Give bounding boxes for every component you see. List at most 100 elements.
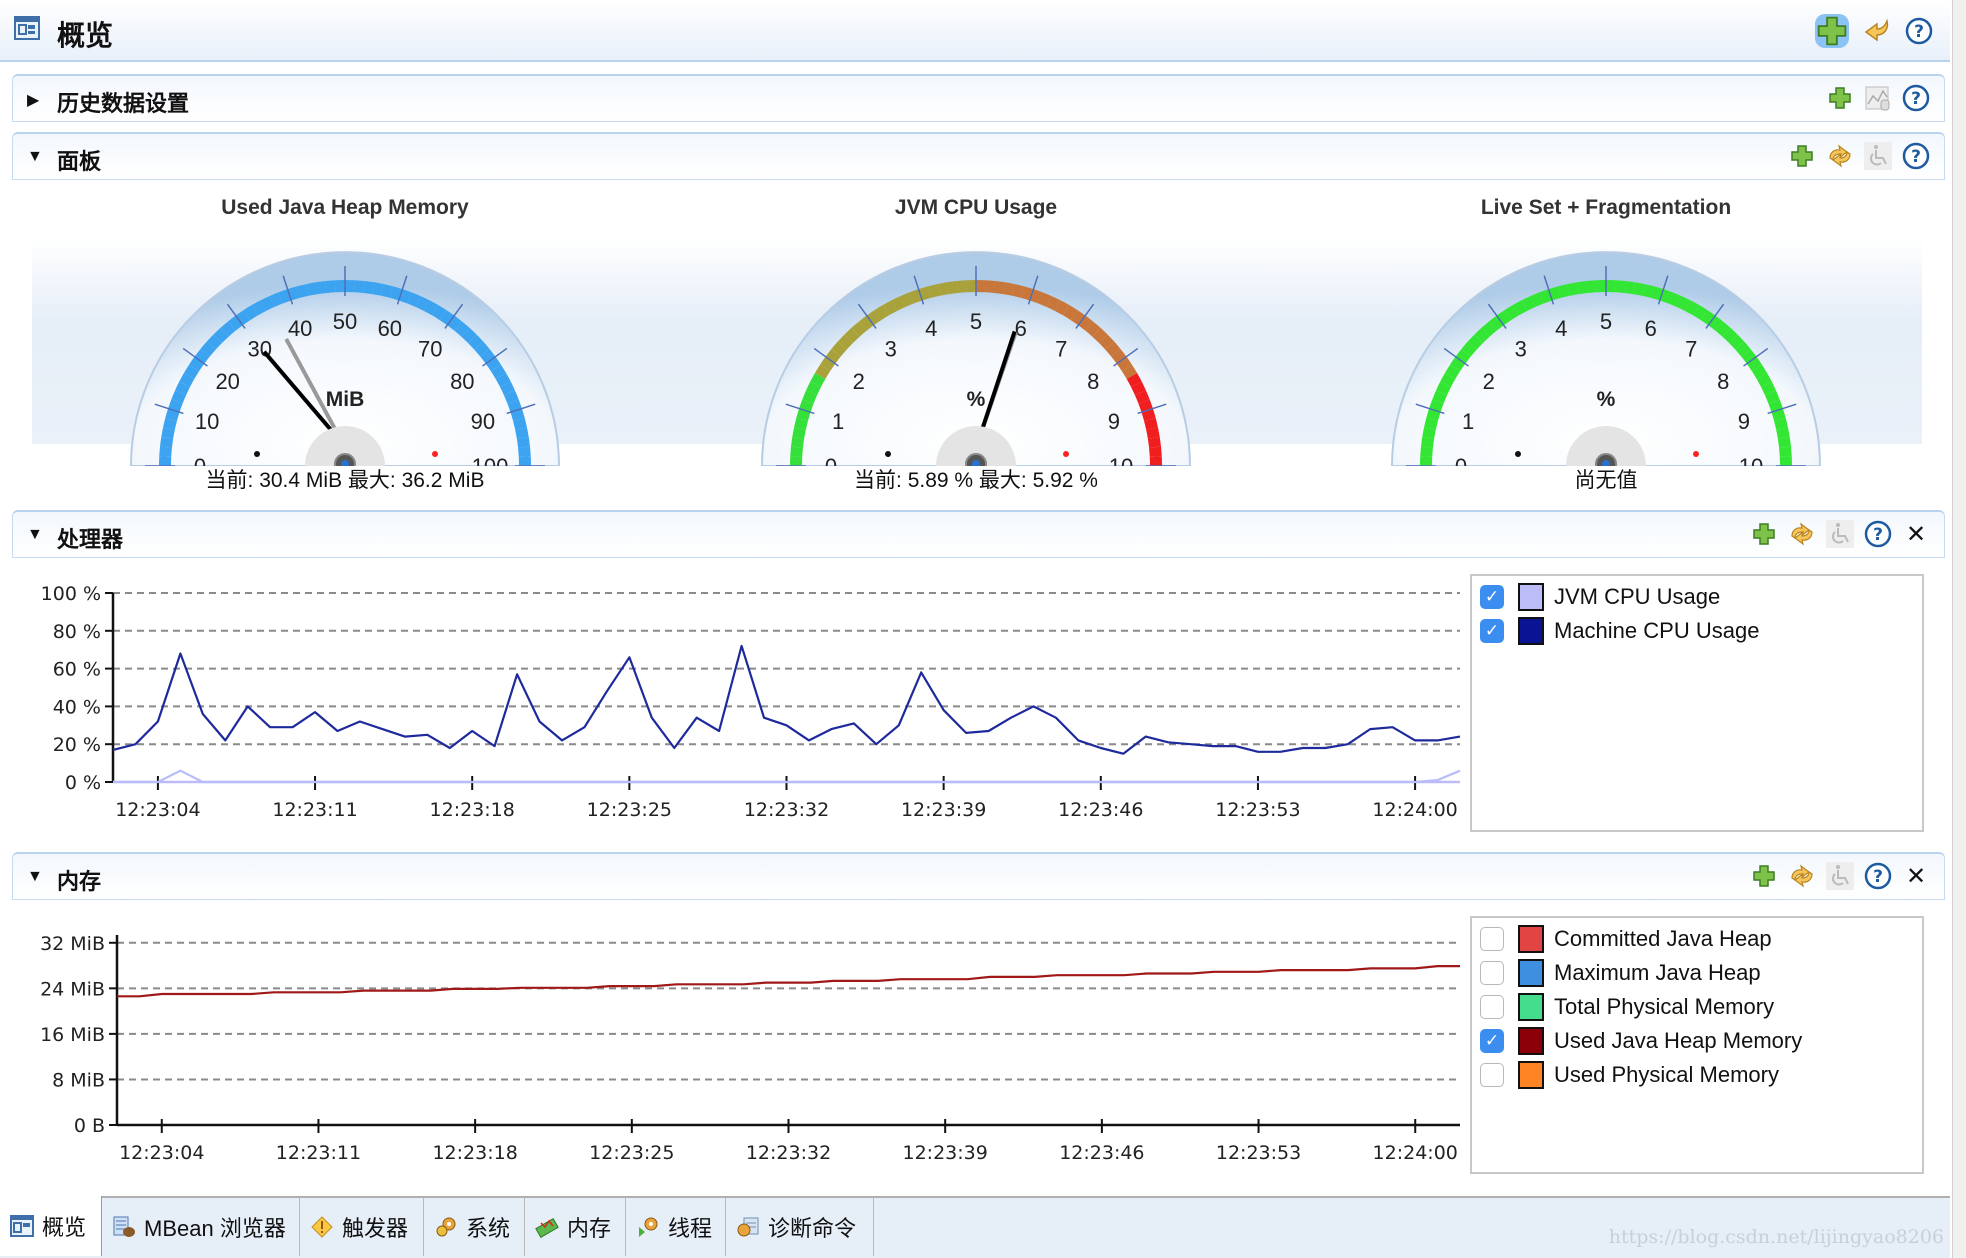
section-history[interactable]: ▶ 历史数据设置 ? [12,74,1945,122]
add-icon[interactable] [1788,142,1816,170]
gauge-arc-segment [200,341,216,357]
legend-checkbox[interactable] [1480,1063,1504,1087]
section-dashboard[interactable]: ▼ 面板 ? [12,132,1945,180]
y-tick-label: 24 MiB [40,978,105,1000]
add-icon[interactable] [1826,84,1854,112]
gauge-arc-segment [1633,282,1645,296]
add-icon[interactable] [1750,862,1778,890]
gauge-jvm-cpu[interactable]: JVM CPU Usage 012345678910% 当前: 5.89 % 最… [756,196,1196,496]
gauge-value-text: 尚无值 [1574,469,1638,492]
gauge-arc-segment [516,436,530,448]
add-chart-icon[interactable] [1815,14,1849,48]
vertical-scrollbar[interactable] [1952,0,1966,1258]
gauge-tick-label: 70 [418,337,442,362]
accessibility-icon[interactable] [1826,520,1854,548]
gauge-min-marker [885,451,891,457]
gauge-arc-segment [235,310,251,326]
tab-mbean-browser[interactable]: MBean 浏览器 [102,1198,300,1256]
help-icon[interactable]: ? [1905,17,1933,45]
legend-item[interactable]: ✓ Used Java Heap Memory [1472,1024,1922,1058]
gauge-live-set[interactable]: Live Set + Fragmentation 012345678910% 尚… [1386,196,1826,496]
collapse-arrow-icon[interactable]: ▼ [27,148,43,166]
tab-memory[interactable]: 内存 [525,1198,626,1256]
gauge-arc-segment [415,296,430,311]
series-line-used-java-heap-memory [117,964,1460,998]
gauge-arc-segment [1420,446,1433,457]
gauge-tick-label: 5 [970,309,982,334]
help-icon[interactable]: ? [1902,84,1930,112]
close-icon[interactable]: ✕ [1902,862,1930,890]
gauge-arc-segment [1692,304,1708,321]
legend-checkbox[interactable] [1480,961,1504,985]
gauge-arc-segment [461,327,477,343]
tab-overview[interactable]: 概览 [0,1196,102,1256]
legend-checkbox[interactable] [1480,995,1504,1019]
tab-diagnostic-commands[interactable]: 诊断命令 [726,1198,874,1256]
gauge-arc-segment [1777,436,1791,448]
trigger-icon [310,1215,334,1239]
legend-item[interactable]: Committed Java Heap [1472,922,1922,956]
legend-color-swatch[interactable] [1518,925,1544,953]
accessibility-icon[interactable] [1826,862,1854,890]
legend-item[interactable]: Used Physical Memory [1472,1058,1922,1092]
tab-threads[interactable]: 线程 [626,1198,726,1256]
gauge-arc-segment [500,381,515,396]
gauge-arc-segment [1426,408,1441,421]
legend-item[interactable]: Maximum Java Heap [1472,956,1922,990]
gauge-arc-segment [1121,364,1138,380]
expand-arrow-icon[interactable]: ▶ [27,90,39,110]
gauge-arc-segment [468,334,484,350]
y-tick-label: 32 MiB [40,933,105,955]
reset-icon[interactable] [1863,17,1891,45]
help-icon[interactable]: ? [1864,862,1892,890]
legend-color-swatch[interactable] [1518,1061,1544,1089]
gauge-tick-label: 60 [378,316,402,341]
section-memory[interactable]: ▼ 内存 ? ✕ [12,852,1945,900]
legend-label: Used Physical Memory [1554,1062,1779,1087]
legend-color-swatch[interactable] [1518,1027,1544,1055]
legend-checkbox[interactable]: ✓ [1480,619,1504,643]
processor-chart[interactable]: 0 % 20 % 40 % 60 % 80 % 100 % 12:23:04 12:23:11… [12,570,1462,820]
gauge-arc-segment [161,427,175,439]
legend-item[interactable]: ✓ Machine CPU Usage [1472,614,1922,648]
memory-legend: Committed Java Heap Maximum Java Heap Tota… [1470,916,1924,1174]
tab-system[interactable]: 系统 [424,1198,525,1256]
legend-color-swatch[interactable] [1518,993,1544,1021]
gauge-arc-segment [183,364,200,380]
legend-checkbox[interactable] [1480,927,1504,951]
gauge-arc-segment [851,321,867,337]
gauge-arc-segment [1444,364,1461,380]
gauge-arc-segment [1521,296,1536,311]
legend-color-swatch[interactable] [1518,583,1544,611]
history-chart-icon[interactable] [1864,84,1892,112]
refresh-icon[interactable] [1788,862,1816,890]
help-icon[interactable]: ? [1902,142,1930,170]
gauge-arc-segment [1651,286,1664,301]
gauge-arc-segment [189,356,205,372]
refresh-icon[interactable] [1788,520,1816,548]
section-processor[interactable]: ▼ 处理器 ? ✕ [12,510,1945,558]
refresh-icon[interactable] [1826,142,1854,170]
memory-chart[interactable]: 0 B 8 MiB 16 MiB 24 MiB 32 MiB 12:23:04 12:23:… [12,920,1462,1170]
gauge-arc-segment [1668,292,1682,308]
x-tick-label: 12:23:25 [587,799,672,820]
gauge-arc-segment [1467,334,1483,350]
legend-item[interactable]: Total Physical Memory [1472,990,1922,1024]
accessibility-icon[interactable] [1864,142,1892,170]
legend-color-swatch[interactable] [1518,617,1544,645]
gauge-used-java-heap[interactable]: Used Java Heap Memory 010203040506070809… [125,196,565,496]
help-icon[interactable]: ? [1864,520,1892,548]
collapse-arrow-icon[interactable]: ▼ [27,868,43,886]
tab-trigger[interactable]: 触发器 [300,1198,424,1256]
overview-icon [14,16,40,40]
legend-item[interactable]: ✓ JVM CPU Usage [1472,580,1922,614]
legend-checkbox[interactable]: ✓ [1480,1029,1504,1053]
gauge-arc-segment [1099,334,1115,350]
collapse-arrow-icon[interactable]: ▼ [27,526,43,544]
close-icon[interactable]: ✕ [1902,520,1930,548]
legend-checkbox[interactable]: ✓ [1480,585,1504,609]
gauge-arc-segment [490,364,507,380]
gauge-arc-segment [825,348,841,364]
add-icon[interactable] [1750,520,1778,548]
legend-color-swatch[interactable] [1518,959,1544,987]
